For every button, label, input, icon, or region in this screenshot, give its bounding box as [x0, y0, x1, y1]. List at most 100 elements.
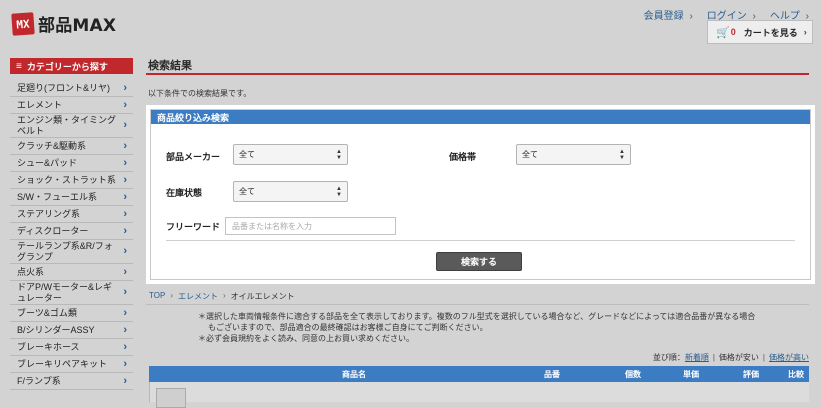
breadcrumb-element[interactable]: エレメント — [178, 291, 218, 302]
sidebar-item[interactable]: ブーツ&ゴム類 › — [10, 305, 133, 322]
search-button[interactable]: 検索する — [436, 252, 522, 271]
chevron-right-icon: › — [123, 119, 127, 131]
keyword-label: フリーワード — [166, 222, 221, 232]
breadcrumb-top[interactable]: TOP — [149, 291, 165, 302]
sidebar-item[interactable]: エンジン類・タイミングベルト › — [10, 114, 133, 138]
sidebar-item[interactable]: ドアP/Wモーター&レギュレーター › — [10, 281, 133, 305]
view-cart-button[interactable]: 🛒 0 カートを見る › — [707, 20, 813, 44]
sidebar-item[interactable]: クラッチ&駆動系 › — [10, 138, 133, 155]
product-thumbnail[interactable] — [156, 388, 186, 408]
sort-label: 並び順： — [652, 353, 685, 362]
site-logo[interactable]: MX 部品MAX — [11, 11, 117, 36]
sidebar-item[interactable]: 足廻り(フロント&リヤ) › — [10, 80, 133, 97]
select-arrows-icon: ▲ ▼ — [336, 149, 342, 161]
results-table-body — [149, 382, 809, 408]
sidebar-item[interactable]: ディスクローター › — [10, 223, 133, 240]
chevron-right-icon: › — [222, 291, 226, 300]
sidebar-item[interactable]: B/シリンダーASSY › — [10, 322, 133, 339]
breadcrumb-current: オイルエレメント — [230, 292, 295, 301]
select-arrows-icon: ▲ ▼ — [619, 149, 625, 161]
sidebar-item-label: エンジン類・タイミングベルト — [17, 114, 117, 136]
sidebar-item-label: ブレーキリペアキット — [17, 358, 108, 369]
cart-count: 0 — [730, 27, 736, 37]
stock-select[interactable]: 全て ▲ ▼ — [233, 181, 348, 202]
chevron-right-icon: › — [123, 357, 127, 370]
sidebar-item-label: B/シリンダーASSY — [17, 324, 95, 335]
filter-heading: 商品絞り込み検索 — [151, 110, 810, 124]
chevron-right-icon: › — [803, 27, 807, 37]
sidebar-item-label: テールランプ系&R/フォグランプ — [17, 240, 113, 262]
notice-text: ＊選択した車両情報条件に適合する部品を全て表示しております。複数のフル型式を選択… — [198, 311, 763, 344]
chevron-right-icon: › — [123, 81, 127, 94]
sidebar-item-label: 足廻り(フロント&リヤ) — [17, 82, 110, 93]
sidebar-item[interactable]: ブレーキホース › — [10, 339, 133, 356]
maker-select-value: 全て — [239, 150, 255, 159]
register-link[interactable]: 会員登録 — [644, 7, 693, 22]
chevron-right-icon: › — [123, 306, 127, 319]
chevron-right-icon: › — [123, 224, 127, 237]
sidebar-item[interactable]: S/W・フューエル系 › — [10, 189, 133, 206]
chevron-right-icon: › — [123, 207, 127, 220]
chevron-right-icon: › — [123, 340, 127, 353]
sidebar-item[interactable]: テールランプ系&R/フォグランプ › — [10, 240, 133, 264]
price-select[interactable]: 全て ▲ ▼ — [516, 144, 631, 165]
keyword-input[interactable] — [225, 217, 396, 235]
breadcrumb: TOP › エレメント › オイルエレメント — [149, 291, 295, 302]
notice-line: ＊選択した車両情報条件に適合する部品を全て表示しております。複数のフル型式を選択… — [198, 312, 756, 332]
sidebar-item-label: ステアリング系 — [17, 208, 81, 219]
notice-line: ＊必ず会員規約をよく読み、同意の上お買い求めください。 — [198, 334, 414, 343]
chevron-right-icon: › — [123, 173, 127, 186]
sort-newest[interactable]: 新着順 — [685, 353, 709, 362]
col-quantity: 個数 — [625, 370, 641, 379]
chevron-right-icon: › — [123, 245, 127, 257]
sidebar-item-label: ドアP/Wモーター&レギュレーター — [17, 281, 113, 303]
col-compare: 比較 — [788, 370, 804, 379]
intro-text: 以下条件での検索結果です。 — [148, 89, 252, 98]
select-arrows-icon: ▲ ▼ — [336, 186, 342, 198]
logo-text: 部品MAX — [38, 16, 117, 36]
chevron-right-icon: › — [123, 286, 127, 298]
sidebar-item[interactable]: 点火系 › — [10, 264, 133, 281]
sidebar-item-label: クラッチ&駆動系 — [17, 140, 87, 151]
sidebar-item[interactable]: ブレーキリペアキット › — [10, 356, 133, 373]
chevron-right-icon: › — [123, 374, 127, 387]
chevron-right-icon: › — [170, 291, 173, 300]
price-select-value: 全て — [522, 150, 538, 159]
sidebar-item[interactable]: エレメント › — [10, 97, 133, 114]
sort-price-low[interactable]: 価格が安い — [719, 353, 759, 362]
sidebar-item-label: エレメント — [17, 99, 63, 110]
stock-select-value: 全て — [239, 187, 255, 196]
price-label: 価格帯 — [449, 152, 477, 162]
category-heading[interactable]: ≡ カテゴリーから探す — [10, 58, 133, 74]
breadcrumb-divider — [146, 304, 809, 305]
category-list: 足廻り(フロント&リヤ) › エレメント › エンジン類・タイミングベルト › クラッチ&駆… — [10, 80, 133, 390]
sidebar-item[interactable]: ステアリング系 › — [10, 206, 133, 223]
col-product-name: 商品名 — [342, 370, 366, 379]
chevron-right-icon: › — [123, 265, 127, 278]
col-part-number: 品番 — [544, 370, 560, 379]
menu-icon: ≡ — [16, 60, 22, 72]
chevron-right-icon: › — [123, 156, 127, 169]
chevron-right-icon: › — [123, 98, 127, 111]
sidebar-item-label: シュー&パッド — [17, 157, 78, 168]
category-heading-label: カテゴリーから探す — [26, 61, 108, 72]
col-rating: 評価 — [743, 370, 759, 379]
sidebar-item[interactable]: ショック・ストラット系 › — [10, 172, 133, 189]
sidebar-item-label: ブレーキホース — [17, 341, 80, 352]
sidebar-item-label: ショック・ストラット系 — [17, 174, 116, 185]
sidebar-item[interactable]: F/ランプ系 › — [10, 373, 133, 390]
maker-select[interactable]: 全て ▲ ▼ — [233, 144, 348, 165]
sidebar-item-label: 点火系 — [17, 266, 45, 277]
sort-bar: 並び順：新着順 | 価格が安い | 価格が高い — [652, 353, 809, 362]
sidebar-item-label: ディスクローター — [17, 225, 89, 236]
col-unit-price: 単価 — [683, 370, 699, 379]
maker-label: 部品メーカー — [166, 152, 221, 162]
sidebar-item[interactable]: シュー&パッド › — [10, 155, 133, 172]
title-divider — [146, 73, 809, 75]
sort-price-high[interactable]: 価格が高い — [769, 353, 809, 362]
filter-panel: 商品絞り込み検索 部品メーカー 全て ▲ ▼ 価格帯 全て ▲ ▼ 在庫状態 全て … — [146, 105, 815, 284]
chevron-right-icon: › — [123, 323, 127, 336]
page-title: 検索結果 — [148, 60, 192, 72]
filter-divider — [166, 240, 795, 241]
cart-icon: 🛒 — [716, 26, 730, 39]
